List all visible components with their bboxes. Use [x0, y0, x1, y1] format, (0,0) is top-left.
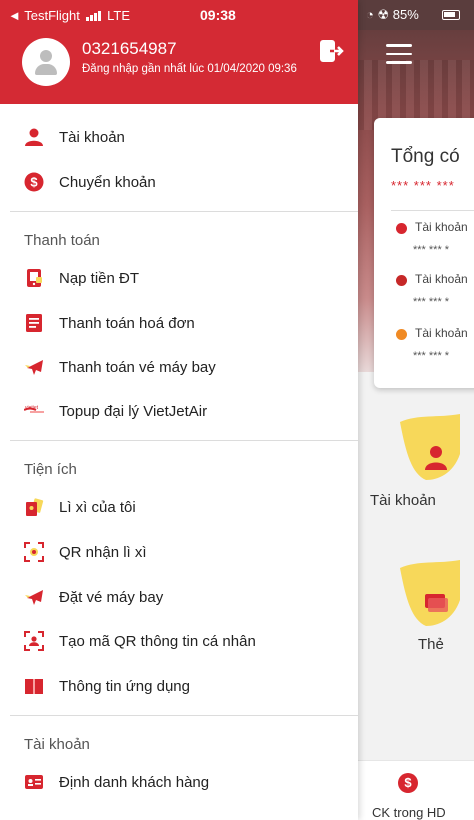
- account-value: *** *** *: [413, 350, 450, 362]
- drawer-header: ◄ TestFlight LTE 09:38 0321654987 Đăng n…: [0, 0, 358, 104]
- section-title-account: Tài khoản: [24, 736, 90, 753]
- avatar[interactable]: [22, 38, 70, 86]
- balance-title: Tổng có: [391, 146, 460, 167]
- divider: [10, 211, 358, 212]
- menu-item-label: Chuyển khoản: [59, 174, 156, 191]
- menu-item-label: Lì xì của tôi: [59, 499, 136, 516]
- plane-icon: [25, 590, 43, 605]
- svg-text:vietjet: vietjet: [25, 405, 39, 411]
- background-app: ◔ ☢ 85% Tổng có *** *** *** Tài khoản **…: [358, 0, 474, 820]
- menu-item-label: QR nhận lì xì: [59, 544, 147, 561]
- transfer-coin-icon: $: [24, 172, 44, 192]
- feature-label: Thẻ: [418, 636, 444, 653]
- menu-item-bill-payment[interactable]: Thanh toán hoá đơn: [0, 302, 358, 346]
- menu-item-flight-payment[interactable]: Thanh toán vé máy bay: [0, 346, 358, 390]
- bottom-tab-bar: $ CK trong HD: [358, 760, 474, 820]
- menu-item-transfer[interactable]: $ Chuyển khoản: [0, 161, 358, 205]
- person-icon: [25, 128, 43, 146]
- menu-item-label: Tạo mã QR thông tin cá nhân: [59, 633, 256, 650]
- id-card-icon: [25, 775, 43, 789]
- menu-item-label: Thông tin ứng dụng: [59, 678, 190, 695]
- phone-topup-icon: [27, 269, 42, 287]
- section-title-payment: Thanh toán: [24, 232, 100, 249]
- back-to-app-link[interactable]: ◄ TestFlight: [8, 8, 80, 23]
- account-value: *** *** *: [413, 296, 450, 308]
- card-divider: [391, 210, 474, 211]
- divider: [10, 715, 358, 716]
- clock: 09:38: [200, 7, 236, 23]
- menu-item-label: Tài khoản: [59, 129, 125, 146]
- menu-item-app-info[interactable]: Thông tin ứng dụng: [0, 665, 358, 709]
- menu-item-book-flight[interactable]: Đặt vé máy bay: [0, 576, 358, 620]
- divider: [10, 440, 358, 441]
- book-icon: [25, 679, 43, 694]
- menu-item-vietjet-topup[interactable]: vietjet Topup đại lý VietJetAir: [0, 390, 358, 434]
- red-envelope-icon: [26, 498, 44, 516]
- menu-item-label: Topup đại lý VietJetAir: [59, 403, 208, 420]
- account-dot: [396, 223, 407, 234]
- account-name: Tài khoản: [415, 272, 468, 286]
- feature-label: Tài khoản: [370, 492, 436, 509]
- menu-item-phone-topup[interactable]: Nạp tiền ĐT: [0, 257, 358, 301]
- status-bar: ◄ TestFlight LTE 09:38: [0, 0, 358, 30]
- bill-icon: [26, 314, 42, 332]
- balance-card[interactable]: Tổng có *** *** *** Tài khoản *** *** * …: [374, 118, 474, 388]
- account-feature-icon: [400, 414, 460, 480]
- feature-account[interactable]: Tài khoản: [358, 410, 474, 520]
- account-value: *** *** *: [413, 244, 450, 256]
- balance-masked: *** *** ***: [391, 178, 455, 193]
- logout-icon[interactable]: [320, 40, 344, 62]
- menu-item-label: Thanh toán vé máy bay: [59, 359, 216, 376]
- account-name: Tài khoản: [415, 220, 468, 234]
- menu-item-label: Thanh toán hoá đơn: [59, 315, 195, 332]
- card-feature-icon: [400, 560, 460, 626]
- transfer-coin-icon[interactable]: $: [398, 773, 418, 793]
- qr-scan-icon: [24, 542, 44, 562]
- account-name: Tài khoản: [415, 326, 468, 340]
- hamburger-menu-icon[interactable]: [386, 44, 412, 64]
- navigation-drawer: ◄ TestFlight LTE 09:38 0321654987 Đăng n…: [0, 0, 358, 820]
- svg-text:$: $: [30, 175, 38, 190]
- battery-percent: 85%: [392, 7, 419, 22]
- status-bar-right: ◔ ☢ 85%: [358, 0, 474, 30]
- qr-person-icon: [24, 631, 44, 651]
- menu-item-customer-id[interactable]: Định danh khách hàng: [0, 761, 358, 805]
- bottom-tab-label[interactable]: CK trong HD: [372, 805, 446, 820]
- user-phone: 0321654987: [82, 39, 177, 58]
- feature-card[interactable]: Thẻ: [358, 560, 474, 660]
- battery-icon: [442, 10, 460, 20]
- menu-item-label: Định danh khách hàng: [59, 774, 210, 791]
- last-login-text: Đăng nhập gần nhất lúc 01/04/2020 09:36: [82, 63, 297, 75]
- account-dot: [396, 275, 407, 286]
- plane-icon: [25, 360, 43, 375]
- network-type: LTE: [107, 8, 131, 23]
- signal-icon: [85, 9, 102, 24]
- section-title-utilities: Tiện ích: [24, 461, 77, 478]
- menu-item-qr-lucky-money[interactable]: QR nhận lì xì: [0, 531, 358, 575]
- vietjet-logo-icon: vietjet: [24, 405, 44, 413]
- menu-item-personal-qr[interactable]: Tạo mã QR thông tin cá nhân: [0, 620, 358, 664]
- menu-item-my-lucky-money[interactable]: Lì xì của tôi: [0, 486, 358, 530]
- menu-item-label: Đặt vé máy bay: [59, 589, 164, 606]
- account-dot: [396, 329, 407, 340]
- menu-item-label: Nạp tiền ĐT: [59, 270, 140, 287]
- menu-item-account[interactable]: Tài khoản: [0, 116, 358, 160]
